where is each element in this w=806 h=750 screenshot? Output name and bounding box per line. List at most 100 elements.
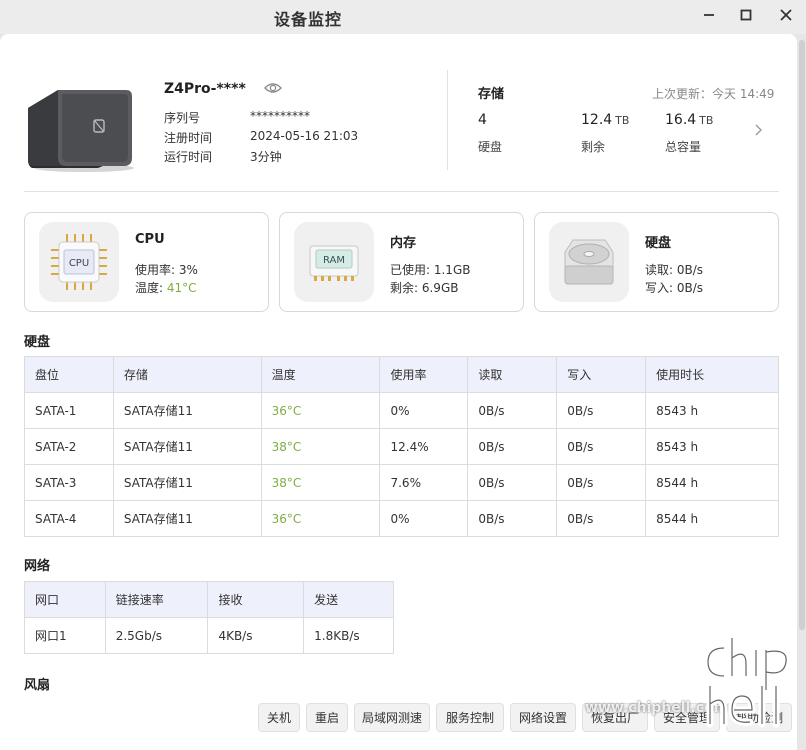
table-cell: 0B/s (467, 392, 558, 429)
disk-card-title: 硬盘 (645, 236, 672, 251)
storage-stat-disks: 4 硬盘 (478, 112, 502, 154)
register-time-row: 注册时间 2024-05-16 21:03 (164, 129, 358, 146)
divider-vertical (447, 70, 448, 170)
table-cell: SATA-1 (24, 392, 114, 429)
table-header: 存储 (112, 356, 262, 393)
fan-section-title: 风扇 (24, 678, 51, 693)
maximize-button[interactable] (735, 5, 757, 25)
ram-icon: RAM (294, 222, 374, 302)
table-cell: SATA存储11 (112, 428, 262, 465)
table-cell: 38°C (260, 428, 381, 465)
table-header: 写入 (556, 356, 647, 393)
title-bar: 设备监控 (0, 0, 806, 34)
device-name: Z4Pro-**** (164, 81, 246, 97)
eye-icon[interactable] (264, 80, 282, 96)
storage-stat-free: 12.4 TB 剩余 (581, 112, 630, 154)
table-header: 读取 (467, 356, 558, 393)
disks-section-title: 硬盘 (24, 335, 51, 350)
table-cell: 0B/s (556, 428, 647, 465)
table-header: 使用时长 (645, 356, 779, 393)
table-cell: 2.5Gb/s (104, 617, 209, 654)
serial-value: ********** (250, 109, 310, 123)
uptime-row: 运行时间 3分钟 (164, 148, 282, 165)
free-value: 12.4 (581, 112, 613, 128)
network-settings-button[interactable]: 网络设置 (510, 703, 576, 732)
table-header-row: 盘位 存储 温度 使用率 读取 写入 使用时长 (24, 356, 779, 393)
table-cell: 0% (379, 392, 469, 429)
table-header-row: 网口 链接速率 接收 发送 (24, 581, 394, 618)
table-cell: SATA存储11 (112, 392, 262, 429)
close-button[interactable] (775, 5, 797, 25)
cpu-temp: 温度: 41°C (135, 281, 197, 295)
close-icon (780, 9, 792, 21)
table-cell: 0B/s (556, 500, 647, 537)
total-label: 总容量 (665, 140, 702, 154)
table-cell: 0B/s (467, 428, 558, 465)
scrollbar[interactable] (799, 40, 805, 630)
serial-row: 序列号 ********** (164, 109, 310, 126)
disk-write: 写入: 0B/s (645, 281, 704, 295)
table-cell: 8544 h (645, 464, 779, 501)
restart-button[interactable]: 重启 (306, 703, 348, 732)
table-cell: 8544 h (645, 500, 779, 537)
network-table: 网口 链接速率 接收 发送 网口1 2.5Gb/s 4KB/s 1.8KB/s (24, 581, 394, 654)
table-cell: SATA-3 (24, 464, 114, 501)
table-header: 温度 (260, 356, 381, 393)
register-time-label: 注册时间 (164, 131, 213, 145)
table-cell: 0B/s (467, 500, 558, 537)
serial-label: 序列号 (164, 111, 201, 125)
disk-count-label: 硬盘 (478, 140, 503, 154)
memory-used: 已使用: 1.1GB (390, 263, 471, 277)
total-value: 16.4 (665, 112, 697, 128)
table-cell: SATA-4 (24, 500, 114, 537)
cpu-usage: 使用率: 3% (135, 263, 198, 277)
minimize-icon (704, 14, 714, 16)
register-time-value: 2024-05-16 21:03 (250, 129, 359, 143)
table-cell: 网口1 (24, 617, 106, 654)
nas-device-image (28, 90, 134, 172)
storage-title: 存储 (478, 87, 505, 102)
network-section-title: 网络 (24, 559, 51, 574)
chiphell-logo (704, 634, 790, 728)
table-cell: 8543 h (645, 428, 779, 465)
maximize-icon (740, 9, 752, 21)
table-row: SATA-2 SATA存储11 38°C 12.4% 0B/s 0B/s 854… (24, 428, 779, 465)
chevron-right-icon[interactable] (753, 123, 763, 137)
cpu-icon: CPU (39, 222, 119, 302)
table-cell: 0B/s (467, 464, 558, 501)
service-control-button[interactable]: 服务控制 (436, 703, 504, 732)
table-cell: SATA存储11 (112, 500, 262, 537)
table-cell: 36°C (260, 500, 381, 537)
free-label: 剩余 (581, 140, 606, 154)
lan-speedtest-button[interactable]: 局域网测速 (354, 703, 430, 732)
table-header: 链接速率 (104, 581, 209, 618)
table-header: 接收 (207, 581, 305, 618)
memory-card: RAM 内存 已使用: 1.1GB 剩余: 6.9GB (279, 212, 524, 312)
table-cell: 8543 h (645, 392, 779, 429)
storage-stat-total: 16.4 TB 总容量 (665, 112, 714, 154)
table-cell: 38°C (260, 464, 381, 501)
disk-count: 4 (478, 112, 487, 128)
divider-horizontal (24, 191, 779, 192)
shutdown-button[interactable]: 关机 (258, 703, 300, 732)
cpu-title: CPU (135, 232, 165, 247)
svg-text:RAM: RAM (323, 255, 345, 266)
total-unit: TB (699, 114, 714, 127)
table-row: 网口1 2.5Gb/s 4KB/s 1.8KB/s (24, 617, 394, 654)
uptime-value: 3分钟 (250, 150, 282, 164)
table-cell: 4KB/s (207, 617, 305, 654)
minimize-button[interactable] (698, 5, 720, 25)
hard-disk-icon (549, 222, 629, 302)
cpu-card: CPU CPU 使用率: 3% 温度: 41°C (24, 212, 269, 312)
table-cell: 36°C (260, 392, 381, 429)
table-row: SATA-4 SATA存储11 36°C 0% 0B/s 0B/s 8544 h (24, 500, 779, 537)
svg-text:CPU: CPU (69, 258, 89, 269)
disk-read: 读取: 0B/s (645, 263, 704, 277)
disks-table: 盘位 存储 温度 使用率 读取 写入 使用时长 SATA-1 SATA存储11 … (24, 356, 779, 537)
uptime-label: 运行时间 (164, 150, 213, 164)
free-unit: TB (615, 114, 630, 127)
monitor-panel: Z4Pro-**** 序列号 ********** 注册时间 2024-05-1… (0, 34, 797, 750)
memory-title: 内存 (390, 236, 417, 251)
table-cell: 12.4% (379, 428, 469, 465)
table-cell: 1.8KB/s (303, 617, 394, 654)
